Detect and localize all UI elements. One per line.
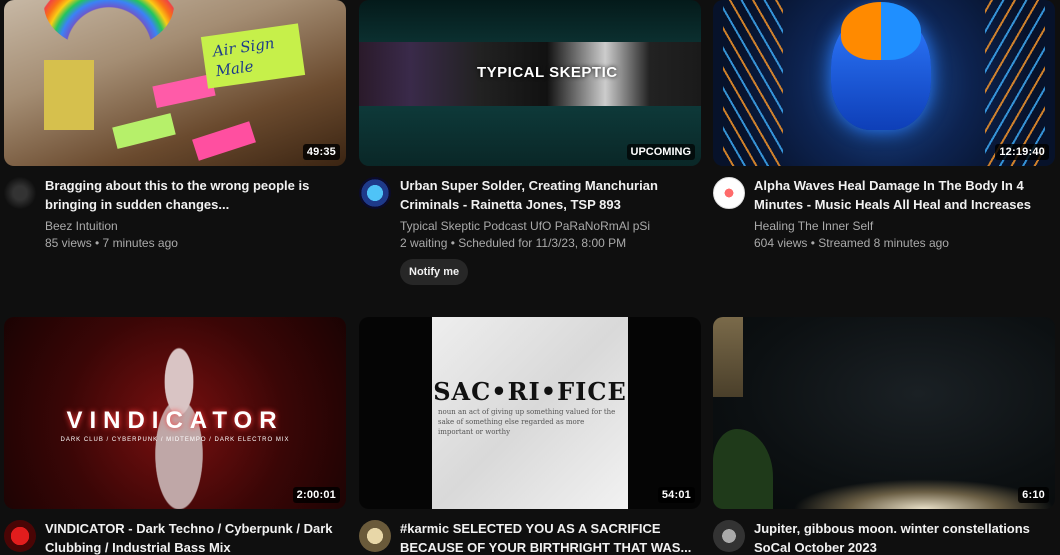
video-thumbnail[interactable]: 12:19:40 bbox=[713, 0, 1055, 166]
video-stats: 2 waiting • Scheduled for 11/3/23, 8:00 … bbox=[400, 236, 627, 250]
video-stats: 85 views • 7 minutes ago bbox=[45, 236, 178, 250]
thumbnail-title: TYPICAL SKEPTIC bbox=[477, 64, 618, 81]
video-thumbnail[interactable]: VINDICATOR DARK CLUB / CYBERPUNK / MIDTE… bbox=[4, 317, 346, 509]
duration-badge: 54:01 bbox=[657, 487, 695, 503]
thumbnail-subtitle: DARK CLUB / CYBERPUNK / MIDTEMPO / DARK … bbox=[60, 437, 290, 443]
tree-graphic bbox=[713, 429, 773, 509]
tarot-card bbox=[112, 113, 176, 149]
thumbnail-sign: Air Sign Male bbox=[200, 23, 306, 89]
channel-avatar[interactable] bbox=[713, 177, 745, 209]
brain-graphic bbox=[841, 2, 921, 60]
channel-name[interactable]: Healing The Inner Self bbox=[754, 218, 1055, 235]
video-card[interactable]: 12:19:40 Alpha Waves Heal Damage In The … bbox=[713, 0, 1055, 252]
video-thumbnail[interactable]: TYPICAL SKEPTIC UPCOMING bbox=[359, 0, 701, 166]
channel-avatar[interactable] bbox=[4, 177, 36, 209]
video-card[interactable]: TYPICAL SKEPTIC UPCOMING Urban Super Sol… bbox=[359, 0, 701, 285]
channel-avatar[interactable] bbox=[359, 520, 391, 552]
video-title[interactable]: Bragging about this to the wrong people … bbox=[45, 176, 346, 214]
video-thumbnail[interactable]: Air Sign Male 49:35 bbox=[4, 0, 346, 166]
decor-box bbox=[44, 60, 94, 130]
video-card[interactable]: SAC•RI•FICE noun an act of giving up som… bbox=[359, 317, 701, 555]
rainbow-graphic bbox=[44, 0, 174, 50]
video-card[interactable]: VINDICATOR DARK CLUB / CYBERPUNK / MIDTE… bbox=[4, 317, 346, 555]
dna-graphic bbox=[985, 0, 1045, 166]
channel-avatar[interactable] bbox=[713, 520, 745, 552]
channel-name[interactable]: Typical Skeptic Podcast UfO PaRaNoRmAl p… bbox=[400, 218, 701, 235]
tarot-card bbox=[192, 121, 256, 161]
video-title[interactable]: Urban Super Solder, Creating Manchurian … bbox=[400, 176, 701, 214]
thumbnail-definition: noun an act of giving up something value… bbox=[438, 408, 616, 436]
video-title[interactable]: Jupiter, gibbous moon. winter constellat… bbox=[754, 519, 1055, 555]
light-glow bbox=[793, 479, 1055, 509]
channel-avatar[interactable] bbox=[4, 520, 36, 552]
notify-me-button[interactable]: Notify me bbox=[400, 259, 469, 285]
channel-avatar[interactable] bbox=[359, 177, 391, 209]
upcoming-badge: UPCOMING bbox=[626, 144, 695, 160]
paper-graphic: SAC•RI•FICE noun an act of giving up som… bbox=[432, 317, 628, 509]
duration-badge: 49:35 bbox=[302, 144, 340, 160]
duration-badge: 12:19:40 bbox=[995, 144, 1049, 160]
thumbnail-title: VINDICATOR bbox=[66, 407, 284, 434]
video-title[interactable]: Alpha Waves Heal Damage In The Body In 4… bbox=[754, 176, 1055, 214]
channel-name[interactable]: Beez Intuition bbox=[45, 218, 346, 235]
video-thumbnail[interactable]: 6:10 bbox=[713, 317, 1055, 509]
video-thumbnail[interactable]: SAC•RI•FICE noun an act of giving up som… bbox=[359, 317, 701, 509]
video-card[interactable]: 6:10 Jupiter, gibbous moon. winter const… bbox=[713, 317, 1055, 555]
dna-graphic bbox=[723, 0, 783, 166]
thumbnail-title: SAC•RI•FICE bbox=[433, 377, 627, 406]
video-title[interactable]: #karmic SELECTED YOU AS A SACRIFICE BECA… bbox=[400, 519, 701, 555]
building-graphic bbox=[713, 317, 743, 397]
duration-badge: 6:10 bbox=[1018, 487, 1049, 503]
duration-badge: 2:00:01 bbox=[292, 487, 340, 503]
video-card[interactable]: Air Sign Male 49:35 Bragging about this … bbox=[4, 0, 346, 252]
video-stats: 604 views • Streamed 8 minutes ago bbox=[754, 236, 949, 250]
video-title[interactable]: VINDICATOR - Dark Techno / Cyberpunk / D… bbox=[45, 519, 346, 555]
